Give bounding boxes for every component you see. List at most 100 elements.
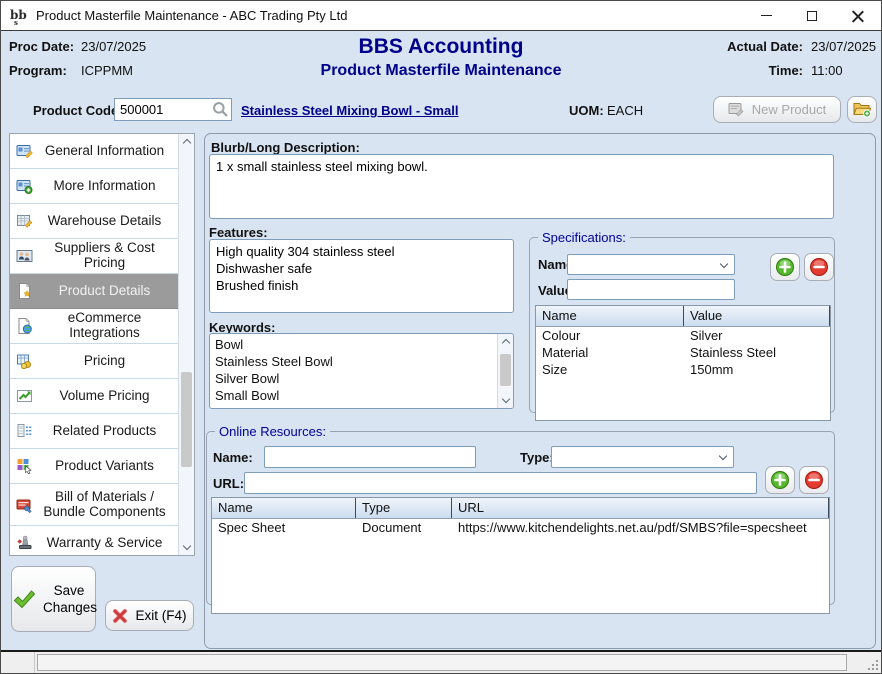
sidebar-item-label: Suppliers & Cost Pricing — [33, 241, 178, 271]
scroll-down-button[interactable] — [179, 540, 194, 555]
keyword-item[interactable]: Small Bowl — [210, 387, 497, 404]
column-header-name[interactable]: Name — [212, 498, 356, 518]
scroll-up-button[interactable] — [179, 134, 194, 149]
spec-name-cell: Material — [536, 344, 684, 361]
sidebar-item-label: Bill of Materials / Bundle Components — [33, 490, 178, 520]
resource-type-combobox[interactable] — [551, 446, 734, 468]
time-label: Time: — [717, 63, 803, 78]
related-list-icon — [16, 423, 33, 439]
sidebar-item-bill-of-materials[interactable]: Bill of Materials / Bundle Components — [10, 484, 178, 526]
specifications-group: Specifications: Name: Value: Name Value … — [529, 230, 835, 413]
sidebar-item-general-information[interactable]: General Information — [10, 134, 178, 169]
specifications-table: Name Value Colour Silver Material Stainl… — [535, 305, 831, 421]
actual-date-row: Actual Date:23/07/2025 — [717, 39, 873, 54]
sidebar-item-product-details[interactable]: Product Details — [10, 274, 178, 309]
column-header-type[interactable]: Type — [356, 498, 452, 518]
card-add-icon — [16, 178, 33, 194]
remove-icon — [809, 257, 829, 277]
sidebar-item-warranty-service[interactable]: Warranty & Service — [10, 526, 178, 556]
uom-label: UOM: — [569, 103, 604, 118]
status-left-segment — [1, 652, 35, 673]
window-controls — [743, 1, 881, 30]
keywords-listbox[interactable]: Bowl Stainless Steel Bowl Silver Bowl Sm… — [209, 333, 514, 409]
spec-name-cell: Size — [536, 361, 684, 378]
exit-label: Exit (F4) — [135, 608, 186, 623]
keyword-item[interactable]: Stainless Steel Bowl — [210, 353, 497, 370]
sidebar-item-label: More Information — [33, 179, 178, 194]
search-icon — [211, 100, 230, 119]
product-description-link[interactable]: Stainless Steel Mixing Bowl - Small — [241, 103, 458, 118]
status-bar — [1, 650, 881, 673]
scrollbar-thumb[interactable] — [181, 372, 192, 467]
remove-icon — [804, 470, 824, 490]
maximize-icon — [807, 11, 817, 21]
resource-add-button[interactable] — [765, 466, 795, 494]
sidebar-item-volume-pricing[interactable]: Volume Pricing — [10, 379, 178, 414]
add-icon — [775, 257, 795, 277]
sidebar-item-label: eCommerce Integrations — [33, 311, 178, 341]
uom-value: EACH — [607, 103, 643, 118]
card-edit-icon — [16, 143, 33, 159]
sidebar-item-pricing[interactable]: Pricing — [10, 344, 178, 379]
new-product-icon — [728, 102, 745, 117]
folder-plus-icon — [853, 101, 872, 118]
sidebar-item-label: General Information — [33, 144, 178, 159]
sidebar-scrollbar[interactable] — [178, 134, 194, 555]
scroll-down-button[interactable] — [498, 393, 513, 408]
save-changes-button[interactable]: Save Changes — [11, 566, 96, 632]
sidebar-item-suppliers-cost-pricing[interactable]: Suppliers & Cost Pricing — [10, 239, 178, 274]
product-search-button[interactable] — [211, 100, 230, 119]
resource-remove-button[interactable] — [799, 466, 829, 494]
column-header-name[interactable]: Name — [536, 306, 684, 326]
exit-button[interactable]: Exit (F4) — [105, 600, 194, 631]
close-button[interactable] — [835, 1, 881, 30]
sheet-edit-icon — [16, 213, 33, 229]
chevron-up-icon — [501, 339, 509, 347]
keyword-item[interactable]: Bowl — [210, 336, 497, 353]
sidebar-item-related-products[interactable]: Related Products — [10, 414, 178, 449]
add-icon — [770, 470, 790, 490]
variants-icon — [16, 458, 33, 474]
spec-remove-button[interactable] — [804, 253, 834, 281]
resource-url-label: URL: — [213, 476, 244, 491]
blurb-textarea[interactable]: 1 x small stainless steel mixing bowl. — [209, 154, 834, 219]
keyword-item[interactable]: Silver Bowl — [210, 370, 497, 387]
sidebar-item-product-variants[interactable]: Product Variants — [10, 449, 178, 484]
scrollbar-thumb[interactable] — [500, 354, 511, 386]
table-row[interactable]: Material Stainless Steel — [536, 344, 830, 361]
resource-url-input[interactable] — [244, 472, 757, 494]
resize-grip[interactable] — [867, 659, 879, 671]
chevron-down-icon — [719, 452, 727, 460]
sidebar-item-more-information[interactable]: More Information — [10, 169, 178, 204]
sidebar-item-label: Warehouse Details — [33, 214, 178, 229]
spec-name-combobox[interactable] — [567, 254, 735, 275]
resource-type-label: Type: — [520, 450, 554, 465]
column-header-value[interactable]: Value — [684, 306, 830, 326]
spec-value-input[interactable] — [567, 279, 735, 300]
table-row[interactable]: Size 150mm — [536, 361, 830, 378]
features-textarea[interactable]: High quality 304 stainless steel Dishwas… — [209, 239, 514, 313]
maximize-button[interactable] — [789, 1, 835, 30]
new-product-label: New Product — [752, 102, 826, 117]
sidebar-item-warehouse-details[interactable]: Warehouse Details — [10, 204, 178, 239]
table-row[interactable]: Spec Sheet Document https://www.kitchend… — [212, 519, 829, 536]
bom-icon — [16, 497, 33, 513]
spec-add-button[interactable] — [770, 253, 800, 281]
actual-date-value: 23/07/2025 — [803, 39, 873, 54]
sidebar-item-label: Related Products — [33, 424, 178, 439]
minimize-button[interactable] — [743, 1, 789, 30]
column-header-url[interactable]: URL — [452, 498, 829, 518]
chevron-up-icon — [182, 139, 190, 147]
chart-up-icon — [16, 388, 33, 404]
sidebar-item-label: Product Details — [33, 284, 178, 299]
keywords-items: Bowl Stainless Steel Bowl Silver Bowl Sm… — [210, 334, 497, 408]
page-globe-icon — [16, 318, 33, 334]
new-product-button[interactable]: New Product — [713, 96, 841, 123]
add-product-folder-button[interactable] — [847, 96, 877, 123]
scroll-up-button[interactable] — [498, 334, 513, 349]
resource-name-label: Name: — [213, 450, 253, 465]
sidebar-item-ecommerce-integrations[interactable]: eCommerce Integrations — [10, 309, 178, 344]
keywords-scrollbar[interactable] — [497, 334, 513, 408]
resource-name-input[interactable] — [264, 446, 476, 468]
table-row[interactable]: Colour Silver — [536, 327, 830, 344]
